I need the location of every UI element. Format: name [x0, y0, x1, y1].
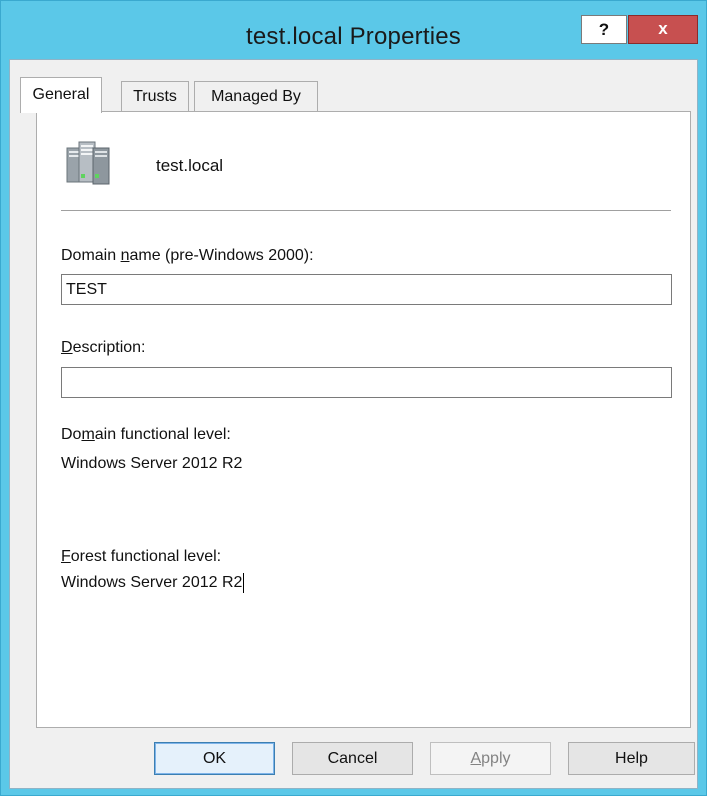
tab-general[interactable]: General	[20, 77, 102, 113]
tab-trusts[interactable]: Trusts	[121, 81, 189, 111]
domain-functional-level-label: Domain functional level:	[61, 426, 231, 443]
forest-functional-level-value: Windows Server 2012 R2	[61, 573, 245, 593]
description-label: Description:	[61, 339, 146, 356]
description-field[interactable]	[61, 367, 672, 398]
domain-name-label: Domain name (pre-Windows 2000):	[61, 247, 314, 264]
apply-button[interactable]: Apply	[430, 742, 551, 775]
cancel-button[interactable]: Cancel	[292, 742, 413, 775]
domain-name-field[interactable]: TEST	[61, 274, 672, 305]
domain-server-icon	[66, 141, 110, 185]
help-question-button[interactable]: ?	[581, 15, 627, 44]
separator-line	[61, 210, 671, 211]
text-caret	[243, 573, 245, 593]
domain-display-name: test.local	[156, 156, 224, 175]
domain-functional-level-value: Windows Server 2012 R2	[61, 455, 243, 472]
ok-button[interactable]: OK	[154, 742, 275, 775]
help-button[interactable]: Help	[568, 742, 695, 775]
close-button[interactable]: x	[628, 15, 698, 44]
forest-functional-level-label: Forest functional level:	[61, 548, 222, 565]
general-tab-panel	[36, 111, 691, 728]
properties-window: test.local Properties ? x General Trusts…	[0, 0, 707, 796]
tab-managed-by[interactable]: Managed By	[194, 81, 318, 111]
